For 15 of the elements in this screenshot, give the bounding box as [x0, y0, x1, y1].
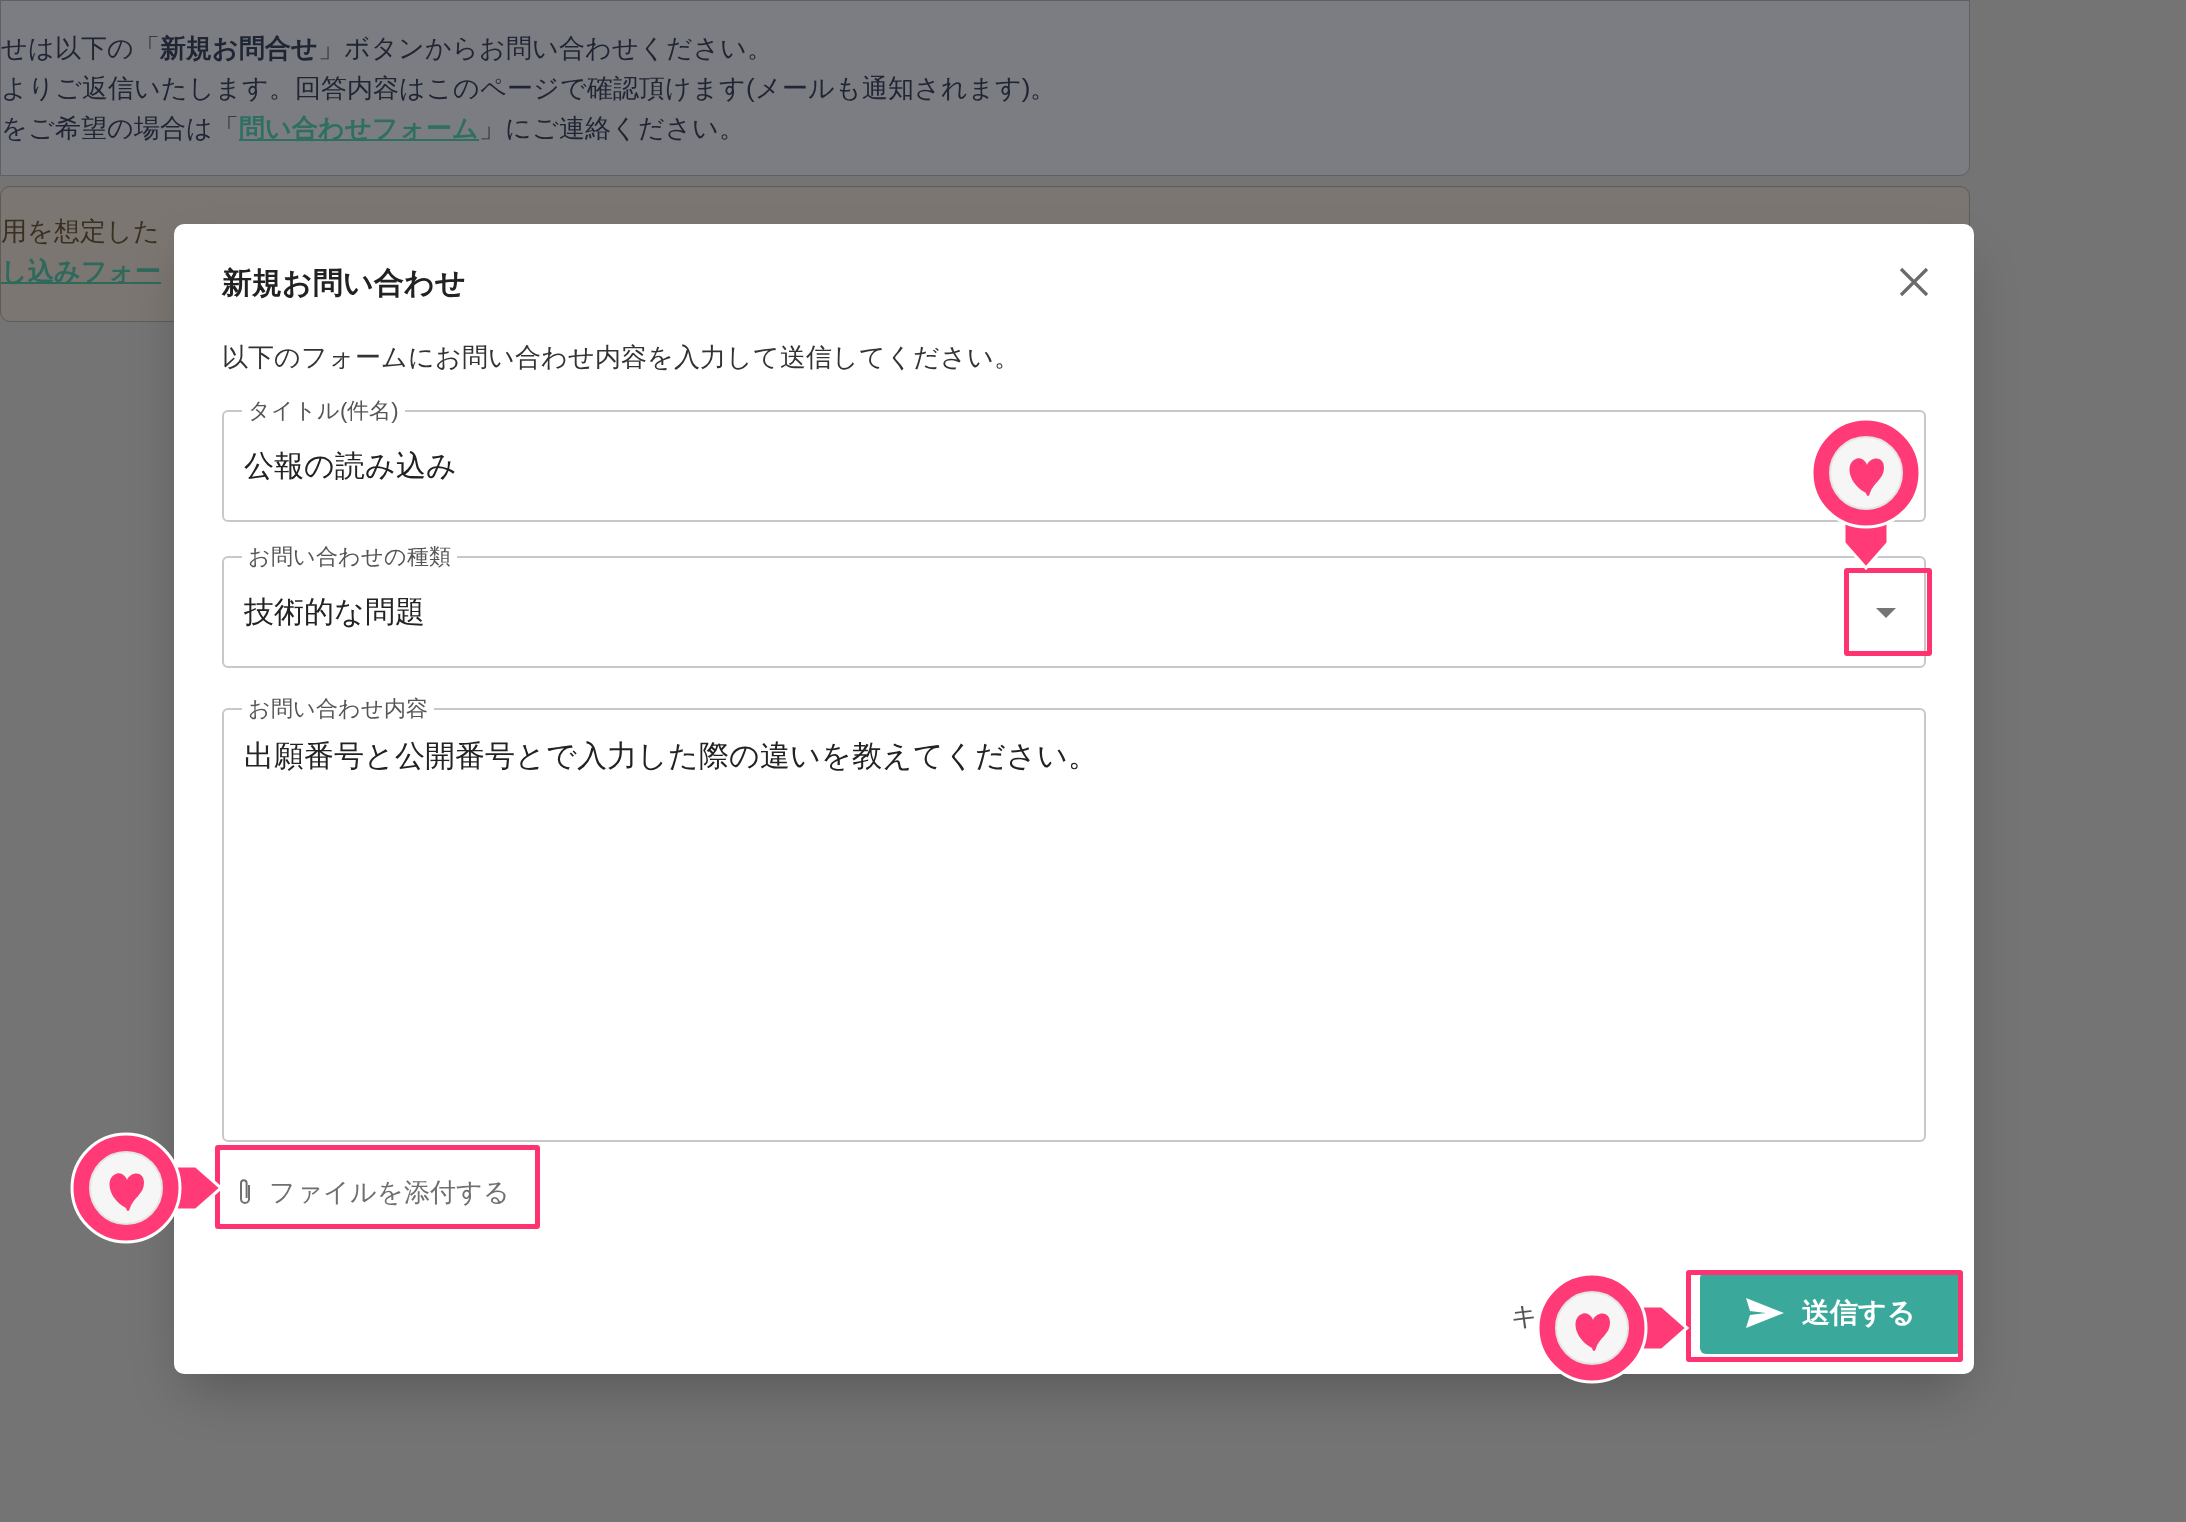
notice-text: 用を想定した — [1, 215, 161, 248]
send-icon — [1746, 1298, 1784, 1328]
notice-text: よりご返信いたします。回答内容はこのページで確認頂けます(メールも通知されます)。 — [1, 72, 1058, 105]
dialog-title: 新規お問い合わせ — [222, 264, 466, 301]
paperclip-icon — [237, 1177, 253, 1207]
text-field[interactable]: タイトル(件名) 公報の読み込み — [222, 398, 1926, 522]
attach-file-button[interactable]: ファイルを添付する — [221, 1157, 534, 1227]
caret-icon — [1876, 608, 1896, 618]
close-icon[interactable] — [1898, 266, 1930, 298]
notice-text: をご希望の場合は「問い合わせフォーム」にご連絡ください。 — [1, 112, 746, 145]
notice-text: せは以下の「新規お問合せ」ボタンからお問い合わせください。 — [1, 32, 774, 65]
select-field[interactable]: お問い合わせの種類 技術的な問題 — [222, 544, 1926, 668]
cancel-button[interactable]: キ — [1511, 1290, 1538, 1336]
textarea-field[interactable]: お問い合わせ内容 出願番号と公開番号とで入力した際の違いを教えてください。 — [222, 696, 1926, 1142]
dialog-description: 以下のフォームにお問い合わせ内容を入力して送信してください。 — [222, 341, 1021, 374]
